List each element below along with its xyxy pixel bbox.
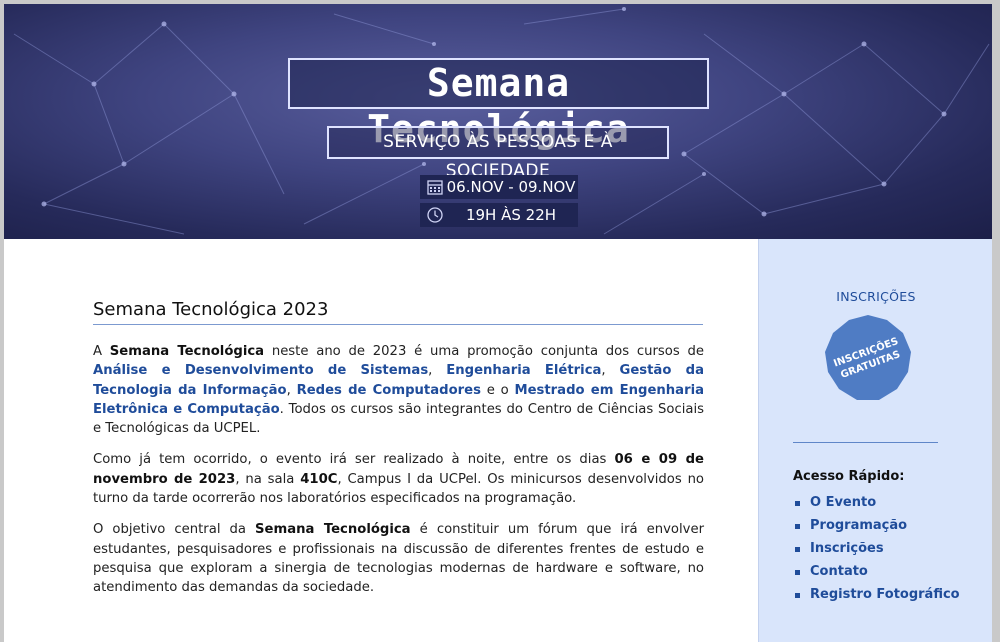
text: ,: [601, 363, 620, 379]
bold-text: 410C: [300, 471, 338, 487]
calendar-icon: [427, 180, 443, 195]
quick-link-label[interactable]: O Evento: [810, 495, 876, 510]
event-hours: 19H ÀS 22H: [420, 203, 578, 227]
paragraph-schedule: Como já tem ocorrido, o evento irá ser r…: [93, 450, 704, 508]
link-engenharia-eletrica[interactable]: Engenharia Elétrica: [446, 363, 601, 378]
quick-access-title: Acesso Rápido:: [793, 469, 905, 484]
quick-link-label[interactable]: Contato: [810, 564, 868, 579]
text: neste ano de 2023 é uma promoção conjunt…: [264, 344, 704, 359]
text: ,: [428, 363, 447, 379]
sidebar-divider: [793, 442, 938, 443]
page-title: Semana Tecnológica 2023: [93, 299, 703, 325]
event-banner: Semana Tecnológica SERVIÇO ÀS PESSOAS E …: [4, 4, 992, 239]
paragraph-intro: A Semana Tecnológica neste ano de 2023 é…: [93, 342, 704, 438]
main-content: Semana Tecnológica 2023 A Semana Tecnoló…: [4, 239, 758, 642]
clock-icon: [427, 207, 443, 223]
event-hours-text: 19H ÀS 22H: [465, 206, 557, 224]
quick-link-contato[interactable]: Contato: [793, 563, 983, 581]
article-body: A Semana Tecnológica neste ano de 2023 é…: [93, 342, 704, 610]
link-ads[interactable]: Análise e Desenvolvimento de Sistemas: [93, 363, 428, 378]
bold-text: Semana Tecnológica: [255, 522, 411, 538]
text: e o: [480, 382, 515, 398]
event-dates-text: 06.NOV - 09.NOV: [446, 178, 576, 196]
event-subtitle: SERVIÇO ÀS PESSOAS E À SOCIEDADE: [327, 126, 669, 181]
quick-link-evento[interactable]: O Evento: [793, 494, 983, 512]
event-dates: 06.NOV - 09.NOV: [420, 175, 578, 199]
quick-link-label[interactable]: Registro Fotográfico: [810, 587, 960, 602]
link-redes[interactable]: Redes de Computadores: [297, 383, 481, 398]
event-title: Semana Tecnológica: [288, 58, 709, 151]
free-registration-badge[interactable]: INSCRIÇÕES GRATUITAS: [823, 313, 913, 403]
page-frame: Semana Tecnológica SERVIÇO ÀS PESSOAS E …: [4, 4, 992, 642]
text: Como já tem ocorrido, o evento irá ser r…: [93, 452, 615, 468]
text: O objetivo central da: [93, 522, 256, 538]
registration-label: INSCRIÇÕES: [836, 289, 916, 304]
quick-link-label[interactable]: Inscrições: [810, 541, 884, 556]
quick-link-programacao[interactable]: Programação: [793, 517, 983, 535]
text: , na sala: [235, 471, 301, 487]
text: ,: [286, 382, 297, 398]
paragraph-objective: O objetivo central da Semana Tecnológica…: [93, 520, 704, 597]
quick-access-list: O Evento Programação Inscrições Contato …: [793, 494, 983, 609]
text: A: [93, 344, 110, 359]
quick-link-label[interactable]: Programação: [810, 518, 907, 533]
sidebar: INSCRIÇÕES INSCRIÇÕES GRATUITAS Acesso R…: [758, 239, 992, 642]
quick-link-inscricoes[interactable]: Inscrições: [793, 540, 983, 558]
bold-text: Semana Tecnológica: [109, 344, 265, 359]
quick-link-registro[interactable]: Registro Fotográfico: [793, 586, 983, 604]
